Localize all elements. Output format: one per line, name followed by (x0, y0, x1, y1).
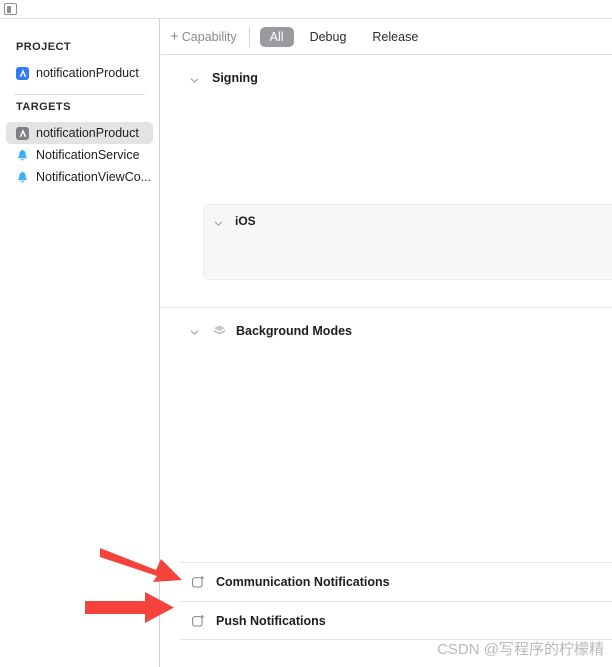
notification-badge-icon (191, 575, 205, 589)
background-modes-icon (212, 323, 227, 338)
plus-icon: + (170, 28, 179, 45)
capability-row-communication-notifications[interactable]: Communication Notifications (180, 562, 612, 601)
targets-section-header: TARGETS (16, 101, 71, 113)
sidebar-item-target-NotificationViewController[interactable]: NotificationViewCo... (6, 166, 153, 188)
sidebar-item-target-NotificationService[interactable]: NotificationService (6, 144, 153, 166)
sidebar-divider (14, 94, 145, 95)
notification-badge-icon (191, 614, 205, 628)
chevron-down-icon (189, 325, 200, 336)
tab-all[interactable]: All (259, 26, 294, 47)
watermark-text: CSDN @写程序的柠檬精 (437, 641, 604, 658)
chevron-down-icon (213, 216, 224, 227)
tab-debug[interactable]: Debug (300, 27, 357, 47)
build-configuration-segmented-control[interactable]: All Debug Release (259, 26, 429, 47)
xcode-app-icon (16, 66, 29, 80)
sidebar-item-label: NotificationService (36, 148, 140, 162)
ios-group-header[interactable]: iOS (204, 205, 612, 228)
signing-section-title: Signing (212, 71, 258, 85)
capability-label: Communication Notifications (216, 575, 390, 589)
signing-section-header[interactable]: Signing (161, 71, 612, 85)
capability-label: Push Notifications (216, 613, 326, 628)
project-section-header: PROJECT (16, 41, 72, 53)
sidebar-item-target-notificationProduct[interactable]: notificationProduct (6, 122, 153, 144)
sidebar-item-label: NotificationViewCo... (36, 170, 152, 184)
capability-list: Communication Notifications Push Notific… (180, 562, 612, 640)
sidebar-item-label: notificationProduct (36, 126, 139, 140)
capabilities-editor-pane: + Capability All Debug Release Signing i… (161, 19, 612, 667)
notification-bell-icon (16, 171, 29, 184)
sidebar-item-project-notificationProduct[interactable]: notificationProduct (6, 62, 153, 84)
capability-row-push-notifications[interactable]: Push Notifications (180, 601, 612, 640)
sidebar-item-label: notificationProduct (36, 66, 139, 80)
capabilities-toolbar: + Capability All Debug Release (161, 19, 612, 55)
xcode-app-icon (16, 126, 29, 140)
sidebar-toggle-icon[interactable] (4, 3, 17, 15)
background-modes-section-header[interactable]: Background Modes (161, 307, 612, 338)
chevron-down-icon (189, 73, 200, 84)
add-capability-button[interactable]: + Capability (170, 29, 237, 44)
notification-bell-icon (16, 149, 29, 162)
toolbar-separator (248, 26, 250, 47)
tab-release[interactable]: Release (362, 27, 428, 47)
project-navigator-sidebar: PROJECT notificationProduct TARGETS noti… (0, 19, 160, 667)
add-capability-label: Capability (181, 29, 237, 44)
ios-group-title: iOS (235, 214, 256, 228)
ios-signing-group: iOS (203, 204, 612, 280)
background-modes-section-title: Background Modes (236, 323, 352, 338)
window-top-strip (0, 0, 612, 19)
